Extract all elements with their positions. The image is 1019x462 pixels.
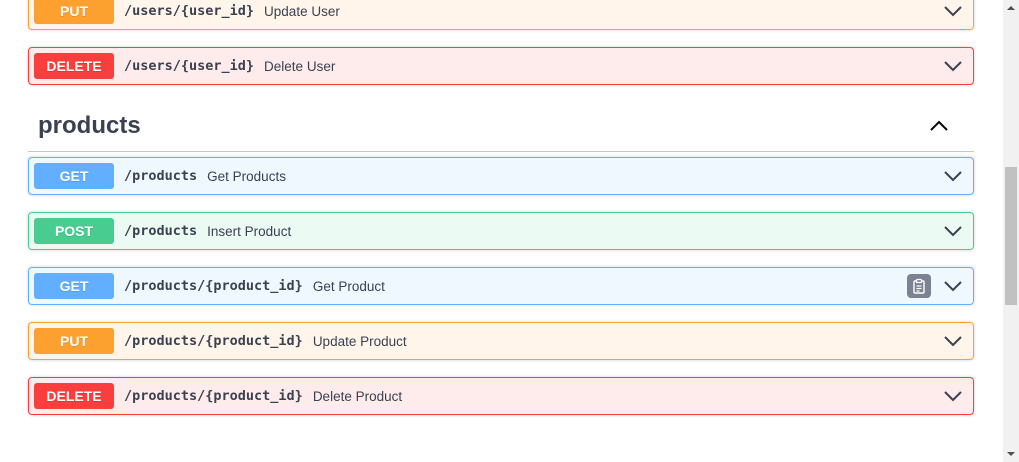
operation-get-product[interactable]: GET /products/{product_id} Get Product xyxy=(28,267,974,305)
operation-summary: Delete User xyxy=(264,58,336,74)
chevron-down-icon[interactable] xyxy=(943,331,963,351)
operation-post-products[interactable]: POST /products Insert Product xyxy=(28,212,974,250)
vertical-scrollbar[interactable] xyxy=(1003,0,1019,462)
method-badge: POST xyxy=(34,218,114,244)
method-badge: GET xyxy=(34,163,114,189)
chevron-down-icon[interactable] xyxy=(943,221,963,241)
scroll-up-arrow-icon[interactable] xyxy=(1003,0,1019,16)
operation-delete-product[interactable]: DELETE /products/{product_id} Delete Pro… xyxy=(28,377,974,415)
tag-divider xyxy=(28,151,974,152)
operation-summary: Insert Product xyxy=(207,223,292,239)
method-badge: DELETE xyxy=(34,53,114,79)
chevron-down-icon[interactable] xyxy=(943,276,963,296)
chevron-down-icon[interactable] xyxy=(943,166,963,186)
chevron-up-icon[interactable] xyxy=(928,115,950,137)
operation-summary: Update User xyxy=(264,3,340,19)
operation-path: /products xyxy=(124,223,198,239)
chevron-down-icon[interactable] xyxy=(943,1,963,21)
chevron-down-icon[interactable] xyxy=(943,386,963,406)
operation-path: /products/{product_id} xyxy=(124,388,303,404)
operation-path: /products xyxy=(124,168,198,184)
operation-put-product[interactable]: PUT /products/{product_id} Update Produc… xyxy=(28,322,974,360)
method-badge: PUT xyxy=(34,0,114,24)
operation-summary: Get Products xyxy=(207,168,286,184)
scroll-down-arrow-icon[interactable] xyxy=(1003,446,1019,462)
operation-get-products[interactable]: GET /products Get Products xyxy=(28,157,974,195)
copy-path-button[interactable] xyxy=(907,274,931,298)
operation-summary: Get Product xyxy=(312,278,385,294)
operation-path: /products/{product_id} xyxy=(124,278,303,294)
method-badge: DELETE xyxy=(34,383,114,409)
method-badge: PUT xyxy=(34,328,114,354)
operation-path: /users/{user_id} xyxy=(124,3,255,19)
method-badge: GET xyxy=(34,273,114,299)
operation-path: /users/{user_id} xyxy=(124,58,255,74)
operation-path: /products/{product_id} xyxy=(124,333,303,349)
swagger-viewport: PUT /users/{user_id} Update User DELETE … xyxy=(0,0,1003,462)
operation-summary: Delete Product xyxy=(312,388,403,404)
operation-put-user[interactable]: PUT /users/{user_id} Update User xyxy=(28,0,974,30)
scrollbar-thumb[interactable] xyxy=(1005,167,1017,305)
tag-title-products[interactable]: products xyxy=(38,110,141,142)
operation-summary: Update Product xyxy=(312,333,407,349)
operation-delete-user[interactable]: DELETE /users/{user_id} Delete User xyxy=(28,47,974,85)
chevron-down-icon[interactable] xyxy=(943,56,963,76)
clipboard-icon xyxy=(913,278,925,294)
